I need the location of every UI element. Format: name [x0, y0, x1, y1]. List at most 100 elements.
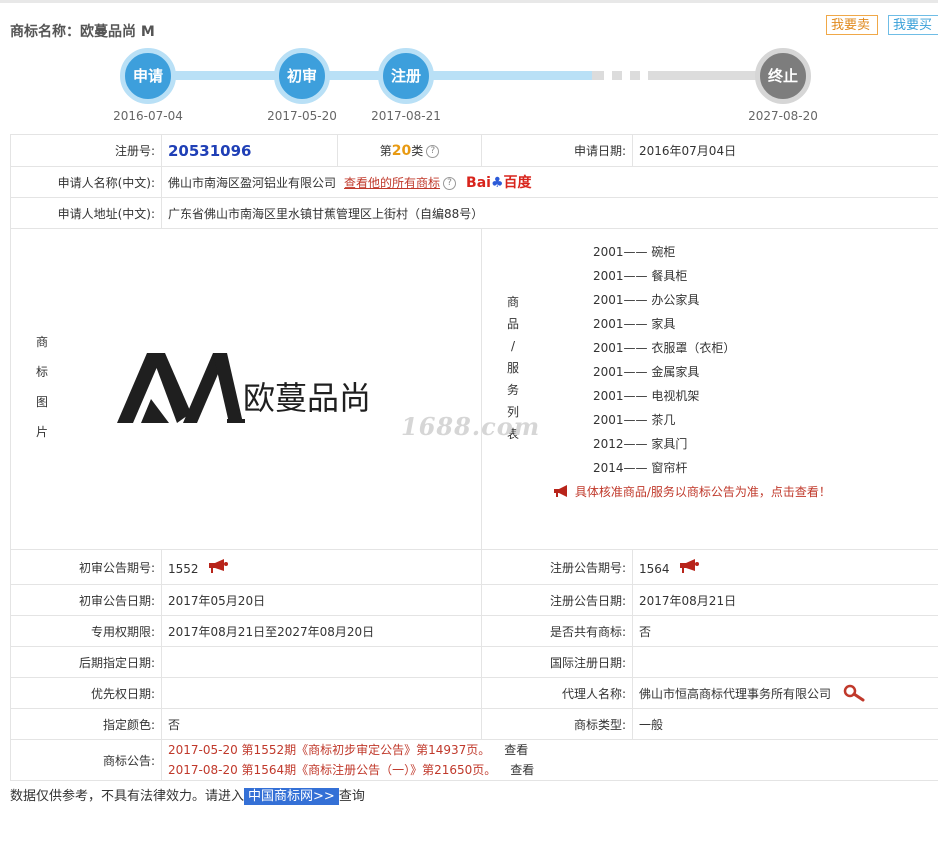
agent-label: 代理人名称: — [481, 677, 633, 709]
list-item: 2014—— 窗帘杆 — [593, 461, 688, 475]
type-label: 商标类型: — [481, 708, 633, 740]
prelim-no-value: 1552 — [168, 561, 199, 576]
goods-list-cell: 商 品 / 服 务 列 表 2001—— 碗柜 2001—— 餐具柜 2001—… — [481, 228, 938, 550]
timeline-dash — [630, 71, 640, 80]
footer-text: 查询 — [338, 789, 365, 804]
reg-pub-date-value: 2017年08月21日 — [632, 584, 938, 616]
top-divider — [0, 0, 938, 3]
timeline-step-end: 终止 — [755, 48, 811, 104]
timeline-date-prelim: 2017-05-20 — [267, 109, 337, 123]
applicant-value: 佛山市南海区盈河铝业有限公司 — [168, 176, 337, 190]
table-row: 优先权日期: 代理人名称: 佛山市恒高商标代理事务所有限公司 — [10, 677, 938, 709]
logo-text: 欧蔓品尚 — [243, 379, 372, 417]
list-item: 2001—— 电视机架 — [593, 389, 700, 403]
intl-date-value — [632, 646, 938, 678]
shared-value: 否 — [632, 615, 938, 647]
buy-button[interactable]: 我要买 — [888, 15, 938, 35]
apply-date-label: 申请日期: — [481, 134, 633, 167]
intl-date-label: 国际注册日期: — [481, 646, 633, 678]
timeline-dash — [612, 71, 622, 80]
help-icon[interactable]: ? — [443, 177, 457, 190]
prelim-no-label: 初审公告期号: — [10, 549, 162, 585]
baidu-logo-text: 百度 — [503, 175, 532, 191]
notice-text: 2017-05-20 第1552期《商标初步审定公告》第14937页。 — [168, 743, 491, 757]
all-marks-link[interactable]: 查看他的所有商标 — [344, 176, 440, 190]
help-icon[interactable]: ? — [426, 145, 440, 158]
footer-text: 数据仅供参考，不具有法律效力。请进入 — [10, 789, 245, 804]
address-label: 申请人地址(中文): — [10, 197, 162, 229]
cn-trademark-link[interactable]: 中国商标网>> — [244, 788, 339, 805]
goods-note-text: 具体核准商品/服务以商标公告为准，点击查看！ — [574, 485, 831, 499]
goods-note-link[interactable]: 具体核准商品/服务以商标公告为准，点击查看！ — [532, 483, 852, 500]
agent-cell: 佛山市恒高商标代理事务所有限公司 — [632, 677, 938, 709]
baidu-paw-icon: ♣ — [490, 175, 504, 191]
megaphone-icon[interactable] — [208, 558, 229, 573]
timeline-step-register: 注册 — [378, 48, 434, 104]
prelim-no-cell: 1552 — [161, 549, 482, 585]
table-row: 申请人地址(中文): 广东省佛山市南海区里水镇甘蕉管理区上街村（自编88号） — [10, 197, 938, 229]
class-prefix: 第 — [379, 144, 392, 158]
list-item: 2001—— 餐具柜 — [593, 269, 688, 283]
reg-pub-date-label: 注册公告日期: — [481, 584, 633, 616]
later-date-label: 后期指定日期: — [10, 646, 162, 678]
list-item: 2001—— 茶几 — [593, 413, 676, 427]
trademark-logo: 欧蔓品尚 — [115, 347, 385, 427]
image-label-char: 片 — [35, 425, 48, 439]
list-item: 2001—— 办公家具 — [593, 293, 700, 307]
trademark-info-table: 注册号: 20531096 第20类? 申请日期: 2016年07月04日 申请… — [10, 134, 938, 781]
table-row: 申请人名称(中文): 佛山市南海区盈河铝业有限公司 查看他的所有商标? Bai♣百度 — [10, 166, 938, 198]
table-row: 专用权期限: 2017年08月21日至2027年08月20日 是否共有商标: 否 — [10, 615, 938, 647]
table-row: 初审公告日期: 2017年05月20日 注册公告日期: 2017年08月21日 — [10, 584, 938, 616]
footer-disclaimer: 数据仅供参考，不具有法律效力。请进入 中国商标网>> 查询 — [10, 785, 365, 805]
notice-view-link[interactable]: 查看 — [504, 743, 528, 757]
megaphone-icon — [554, 485, 568, 497]
notice-label: 商标公告: — [10, 739, 162, 781]
timeline-date-register: 2017-08-21 — [371, 109, 441, 123]
priority-date-label: 优先权日期: — [10, 677, 162, 709]
list-item: 2001—— 碗柜 — [593, 245, 676, 259]
notice-cell: 2017-05-20 第1552期《商标初步审定公告》第14937页。 查看 20… — [161, 739, 938, 781]
notice-text: 2017-08-20 第1564期《商标注册公告（一）》第21650页。 — [168, 763, 497, 777]
apply-date-value: 2016年07月04日 — [632, 134, 938, 167]
list-item: 2001—— 金属家具 — [593, 365, 700, 379]
reg-pub-no-value: 1564 — [639, 561, 670, 576]
page-title: 商标名称：欧蔓品尚 M — [10, 24, 155, 40]
applicant-cell: 佛山市南海区盈河铝业有限公司 查看他的所有商标? Bai♣百度 — [161, 166, 938, 198]
shared-label: 是否共有商标: — [481, 615, 633, 647]
color-value: 否 — [161, 708, 482, 740]
megaphone-icon[interactable] — [679, 558, 700, 573]
timeline-step-prelim: 初审 — [274, 48, 330, 104]
timeline-track-done — [150, 71, 592, 80]
applicant-label: 申请人名称(中文): — [10, 166, 162, 198]
image-label-char: 图 — [35, 395, 48, 409]
watermark-1688: 1688.com — [401, 412, 541, 441]
table-row: 初审公告期号: 1552 注册公告期号: 1564 — [10, 549, 938, 585]
list-item: 2001—— 衣服罩（衣柜） — [593, 341, 736, 355]
reg-pub-no-cell: 1564 — [632, 549, 938, 585]
notice-item: 2017-05-20 第1552期《商标初步审定公告》第14937页。 查看 — [168, 740, 934, 760]
image-label-char: 商 — [35, 335, 48, 349]
later-date-value — [161, 646, 482, 678]
table-row: 后期指定日期: 国际注册日期: — [10, 646, 938, 678]
goods-list: 2001—— 碗柜 2001—— 餐具柜 2001—— 办公家具 2001—— … — [488, 240, 735, 480]
timeline-step-apply: 申请 — [120, 48, 176, 104]
prelim-date-label: 初审公告日期: — [10, 584, 162, 616]
list-item: 2012—— 家具门 — [593, 437, 688, 451]
search-icon[interactable] — [843, 684, 865, 702]
image-label-char: 标 — [35, 365, 48, 379]
class-suffix: 类 — [411, 144, 424, 158]
agent-value: 佛山市恒高商标代理事务所有限公司 — [639, 687, 832, 701]
reg-pub-no-label: 注册公告期号: — [481, 549, 633, 585]
logo-m-mark-icon — [117, 353, 377, 423]
priority-date-value — [161, 677, 482, 709]
notice-item: 2017-08-20 第1564期《商标注册公告（一）》第21650页。 查看 — [168, 760, 934, 780]
notice-view-link[interactable]: 查看 — [510, 763, 534, 777]
sell-button[interactable]: 我要卖 — [826, 15, 878, 35]
image-label: 商 标 图 片 — [35, 327, 49, 447]
timeline-date-apply: 2016-07-04 — [113, 109, 183, 123]
table-row: 指定颜色: 否 商标类型: 一般 — [10, 708, 938, 740]
prelim-date-value: 2017年05月20日 — [161, 584, 482, 616]
baidu-logo-icon[interactable]: Bai♣百度 — [466, 175, 531, 191]
reg-no-value: 20531096 — [168, 141, 252, 160]
color-label: 指定颜色: — [10, 708, 162, 740]
